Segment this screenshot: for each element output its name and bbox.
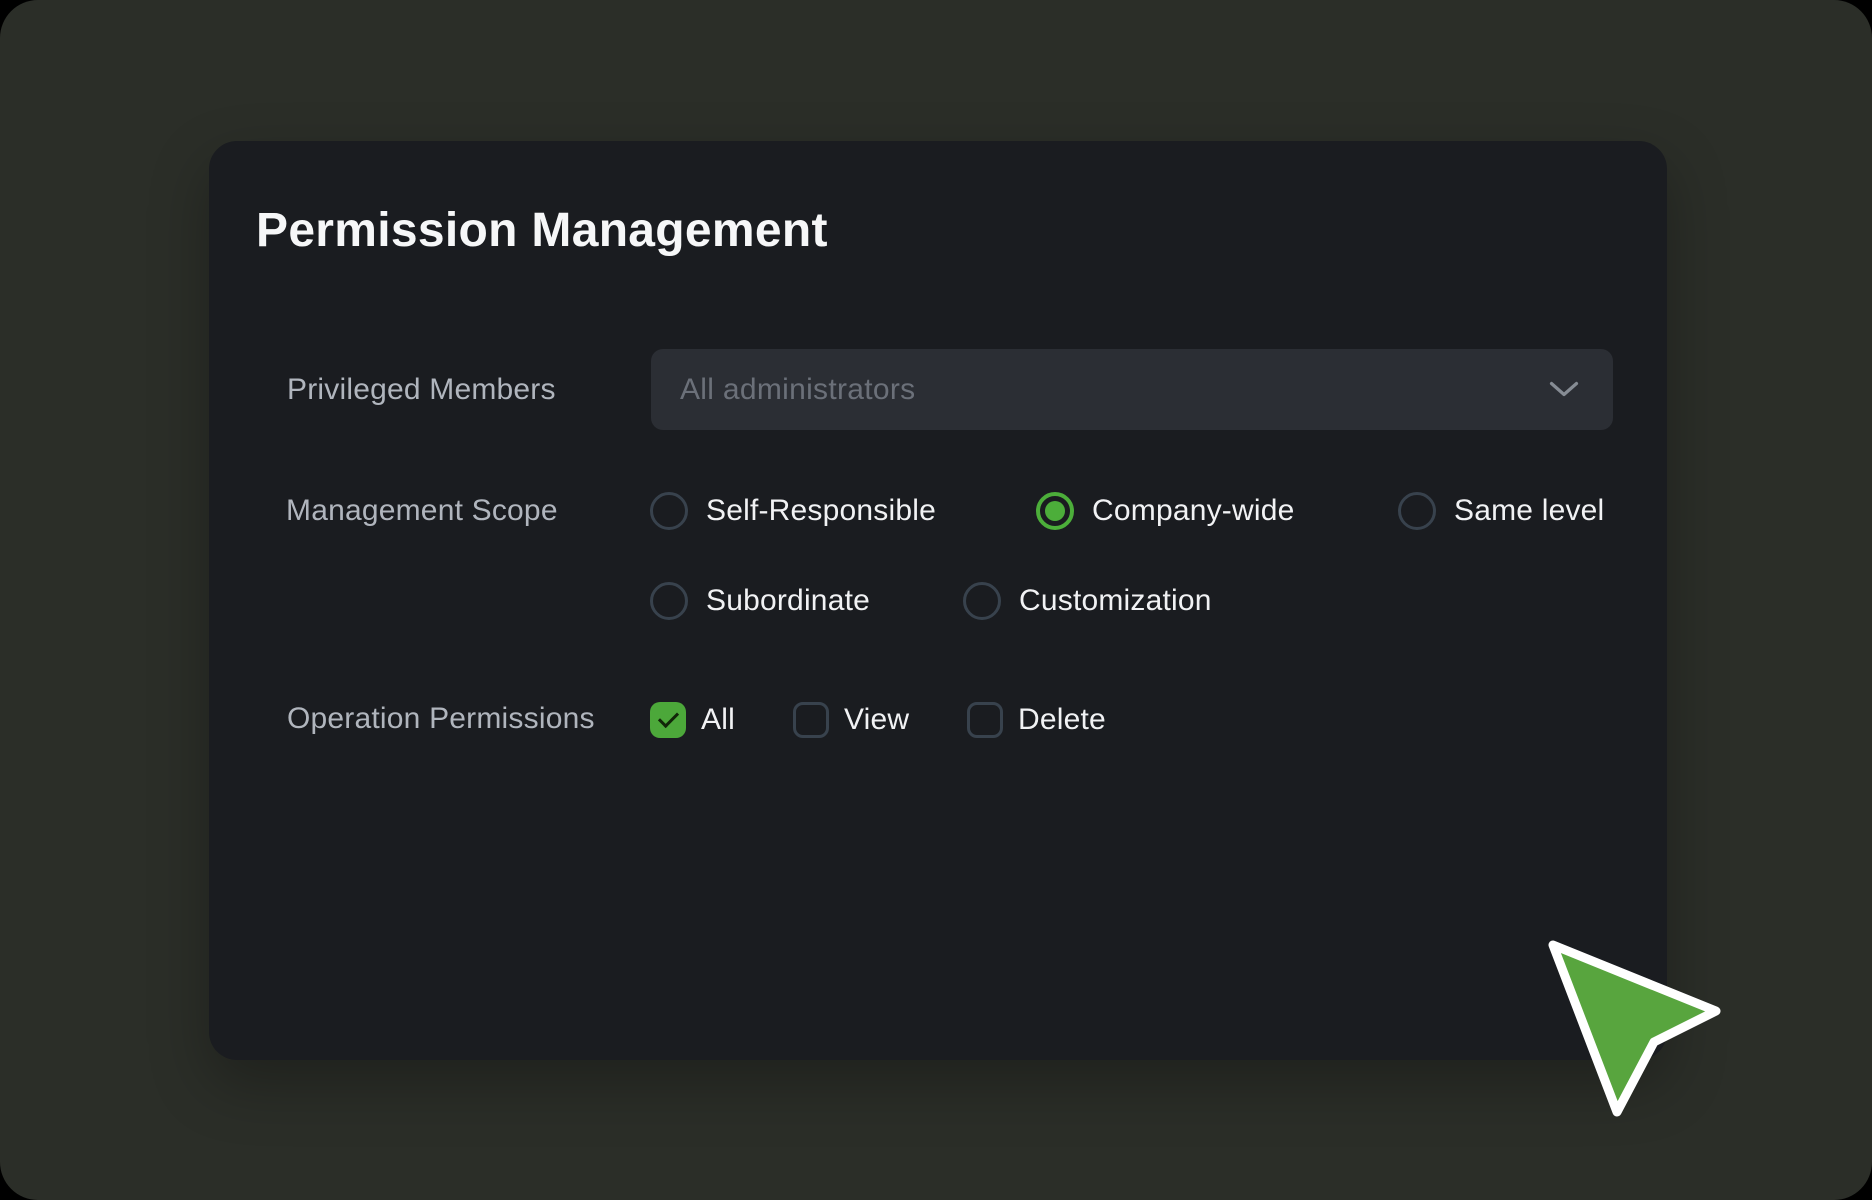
privileged-members-label: Privileged Members bbox=[287, 375, 556, 405]
checkbox-option-all[interactable]: All bbox=[650, 701, 735, 739]
checkbox-option-label: Delete bbox=[1018, 705, 1106, 735]
radio-option-label: Customization bbox=[1019, 586, 1212, 616]
radio-option-customization[interactable]: Customization bbox=[963, 582, 1212, 620]
radio-icon bbox=[1398, 492, 1436, 530]
checkbox-checked-icon bbox=[650, 702, 686, 738]
screen-canvas: Permission Management Privileged Members… bbox=[0, 0, 1872, 1200]
radio-selected-icon bbox=[1036, 492, 1074, 530]
permission-management-panel: Permission Management Privileged Members… bbox=[209, 141, 1667, 1060]
radio-option-self-responsible[interactable]: Self-Responsible bbox=[650, 492, 936, 530]
checkbox-option-label: View bbox=[844, 705, 909, 735]
radio-icon bbox=[650, 582, 688, 620]
checkbox-icon bbox=[793, 702, 829, 738]
select-placeholder-text: All administrators bbox=[680, 375, 1549, 405]
checkbox-option-view[interactable]: View bbox=[793, 701, 909, 739]
radio-option-label: Self-Responsible bbox=[706, 496, 936, 526]
page-title: Permission Management bbox=[256, 205, 828, 258]
radio-option-same-level[interactable]: Same level bbox=[1398, 492, 1604, 530]
radio-option-label: Subordinate bbox=[706, 586, 870, 616]
chevron-down-icon bbox=[1549, 381, 1579, 398]
privileged-members-select[interactable]: All administrators bbox=[651, 349, 1613, 430]
radio-option-label: Same level bbox=[1454, 496, 1604, 526]
management-scope-label: Management Scope bbox=[286, 496, 558, 526]
radio-icon bbox=[650, 492, 688, 530]
radio-option-subordinate[interactable]: Subordinate bbox=[650, 582, 870, 620]
checkbox-icon bbox=[967, 702, 1003, 738]
checkbox-option-delete[interactable]: Delete bbox=[967, 701, 1106, 739]
radio-option-label: Company-wide bbox=[1092, 496, 1294, 526]
radio-icon bbox=[963, 582, 1001, 620]
radio-option-company-wide[interactable]: Company-wide bbox=[1036, 492, 1294, 530]
operation-permissions-label: Operation Permissions bbox=[287, 704, 595, 734]
checkbox-option-label: All bbox=[701, 705, 735, 735]
